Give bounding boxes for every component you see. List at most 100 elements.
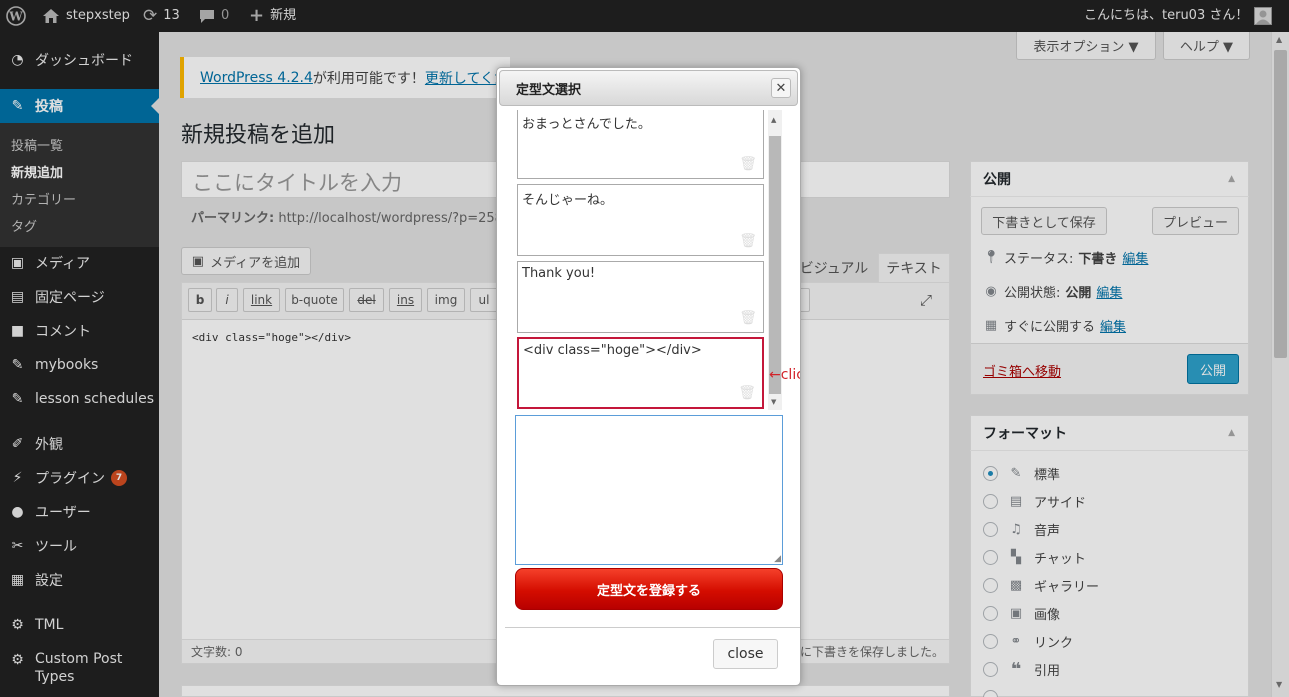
format-option-gallery[interactable]: ▩ ギャラリー: [983, 575, 1099, 595]
visibility-edit-link[interactable]: 編集: [1096, 282, 1122, 301]
qt-italic-button[interactable]: i: [216, 288, 238, 312]
template-item[interactable]: おまっとさんでした。 🗑︎: [517, 110, 764, 179]
screen-options-button[interactable]: 表示オプション ▼: [1016, 32, 1156, 60]
resize-handle-icon[interactable]: ◢: [774, 554, 781, 564]
trash-icon[interactable]: 🗑︎: [739, 233, 757, 249]
save-draft-button[interactable]: 下書きとして保存: [981, 207, 1107, 235]
template-item[interactable]: そんじゃーね。 🗑︎: [517, 184, 764, 256]
qt-bold-button[interactable]: b: [188, 288, 212, 312]
format-option-image[interactable]: ▣ 画像: [983, 603, 1060, 623]
radio-button[interactable]: [983, 661, 998, 677]
radio-button[interactable]: [983, 521, 998, 537]
help-button[interactable]: ヘルプ ▼: [1163, 32, 1250, 60]
radio-button[interactable]: [983, 549, 998, 565]
submenu-all-posts[interactable]: 投稿一覧: [11, 135, 63, 154]
scroll-down-arrow-icon[interactable]: ▼: [771, 398, 776, 406]
sidebar-item-lesson-schedules[interactable]: ✎ lesson schedules: [0, 382, 159, 416]
visibility-row: ◉ 公開状態: 公開 編集: [983, 282, 1122, 301]
permalink-url[interactable]: http://localhost/wordpress/?p=258: [278, 211, 503, 226]
submenu-categories[interactable]: カテゴリー: [11, 189, 76, 208]
fullscreen-icon[interactable]: ⤢: [920, 291, 932, 309]
qt-del-button[interactable]: del: [349, 288, 384, 312]
sidebar-item-tml[interactable]: ⚙ TML: [0, 608, 159, 642]
preview-button[interactable]: プレビュー: [1152, 207, 1239, 235]
sidebar-label: 設定: [35, 573, 63, 589]
radio-button[interactable]: [983, 633, 998, 649]
add-media-button[interactable]: ▣ メディアを追加: [181, 247, 311, 275]
move-to-trash-link[interactable]: ゴミ箱へ移動: [983, 361, 1061, 380]
sidebar-item-settings[interactable]: ▦ 設定: [0, 563, 159, 597]
tab-visual[interactable]: ビジュアル: [794, 253, 874, 283]
collapse-arrow-icon[interactable]: ▲: [1228, 428, 1235, 438]
template-item[interactable]: Thank you! 🗑︎: [517, 261, 764, 333]
sidebar-item-comments[interactable]: ■ コメント: [0, 314, 159, 348]
format-option-chat[interactable]: ▚ チャット: [983, 547, 1086, 567]
qt-link-button[interactable]: link: [243, 288, 280, 312]
list-scrollbar-thumb[interactable]: [769, 136, 781, 394]
template-item-selected[interactable]: <div class="hoge"></div> 🗑︎: [517, 337, 764, 409]
dialog-titlebar[interactable]: 定型文選択 ✕: [499, 70, 798, 106]
qt-img-button[interactable]: img: [427, 288, 465, 312]
current-arrow: [151, 98, 159, 114]
wordpress-logo-icon[interactable]: W: [6, 0, 26, 32]
media-icon: ▣: [191, 253, 205, 269]
format-option-status[interactable]: [983, 687, 998, 697]
updates-link[interactable]: ⟳ 13: [143, 0, 180, 32]
format-option-quote[interactable]: ❝ 引用: [983, 659, 1060, 680]
sidebar-item-users[interactable]: ● ユーザー: [0, 495, 159, 529]
sidebar-item-pages[interactable]: ▤ 固定ページ: [0, 280, 159, 314]
submenu-tags[interactable]: タグ: [11, 216, 37, 235]
trash-icon[interactable]: 🗑︎: [738, 385, 756, 401]
page-scrollbar-thumb[interactable]: [1274, 50, 1287, 358]
schedule-edit-link[interactable]: 編集: [1100, 316, 1126, 335]
scroll-up-arrow-icon[interactable]: ▲: [771, 116, 776, 124]
trash-icon[interactable]: 🗑︎: [739, 156, 757, 172]
format-option-audio[interactable]: ♫ 音声: [983, 519, 1060, 539]
scroll-up-arrow-icon[interactable]: ▲: [1276, 35, 1282, 44]
format-box-header[interactable]: フォーマット ▲: [970, 415, 1249, 451]
new-content-link[interactable]: + 新規: [249, 0, 296, 32]
site-name-link[interactable]: stepxstep: [42, 0, 130, 32]
sidebar-item-media[interactable]: ▣ メディア: [0, 246, 159, 280]
format-option-aside[interactable]: ▤ アサイド: [983, 491, 1086, 511]
qt-bquote-button[interactable]: b-quote: [285, 288, 344, 312]
my-account-link[interactable]: こんにちは、teru03 さん！: [1084, 0, 1273, 32]
qt-ins-button[interactable]: ins: [389, 288, 422, 312]
trash-icon[interactable]: 🗑︎: [739, 310, 757, 326]
radio-button[interactable]: [983, 493, 998, 509]
status-edit-link[interactable]: 編集: [1122, 248, 1148, 267]
collapse-arrow-icon[interactable]: ▲: [1228, 174, 1235, 184]
format-label: 画像: [1034, 607, 1061, 623]
sidebar-item-dashboard[interactable]: ◔ ダッシュボード: [0, 43, 159, 77]
sidebar-item-appearance[interactable]: ✐ 外観: [0, 427, 159, 461]
new-template-textarea[interactable]: ◢: [515, 415, 783, 565]
sidebar-item-tools[interactable]: ✂ ツール: [0, 529, 159, 563]
register-template-button[interactable]: 定型文を登録する: [515, 568, 783, 610]
qt-ul-button[interactable]: ul: [470, 288, 498, 312]
tab-text[interactable]: テキスト: [878, 253, 950, 283]
publish-box-title: 公開: [983, 171, 1011, 188]
page-title: 新規投稿を追加: [181, 123, 336, 148]
format-option-standard[interactable]: ✎ 標準: [983, 463, 1060, 483]
close-icon[interactable]: ✕: [771, 78, 791, 98]
radio-button[interactable]: [983, 689, 998, 697]
scroll-down-arrow-icon[interactable]: ▼: [1276, 680, 1282, 689]
radio-button[interactable]: [983, 577, 998, 593]
close-button[interactable]: close: [713, 639, 778, 669]
sidebar-item-plugins[interactable]: ⚡ プラグイン 7: [0, 461, 159, 495]
page-scrollbar[interactable]: ▲ ▼: [1271, 32, 1289, 697]
publish-box-header[interactable]: 公開 ▲: [970, 161, 1249, 197]
autosave-status: に下書きを保存しました。: [800, 645, 945, 659]
sidebar-item-mybooks[interactable]: ✎ mybooks: [0, 348, 159, 382]
radio-button[interactable]: [983, 605, 998, 621]
publish-button[interactable]: 公開: [1187, 354, 1239, 384]
editor-content[interactable]: <div class="hoge"></div>: [192, 331, 351, 344]
template-list-scrollbar[interactable]: ▲ ▼: [768, 110, 782, 410]
sidebar-item-posts[interactable]: ✎ 投稿: [0, 89, 159, 123]
sidebar-item-custom-post-types[interactable]: ⚙ Custom Post Types: [0, 650, 159, 690]
update-version-link[interactable]: WordPress 4.2.4: [200, 70, 313, 86]
submenu-add-new[interactable]: 新規追加: [11, 162, 63, 181]
radio-button[interactable]: [983, 465, 998, 481]
format-option-link[interactable]: ⚭ リンク: [983, 631, 1073, 651]
comments-link[interactable]: 0: [199, 0, 229, 32]
